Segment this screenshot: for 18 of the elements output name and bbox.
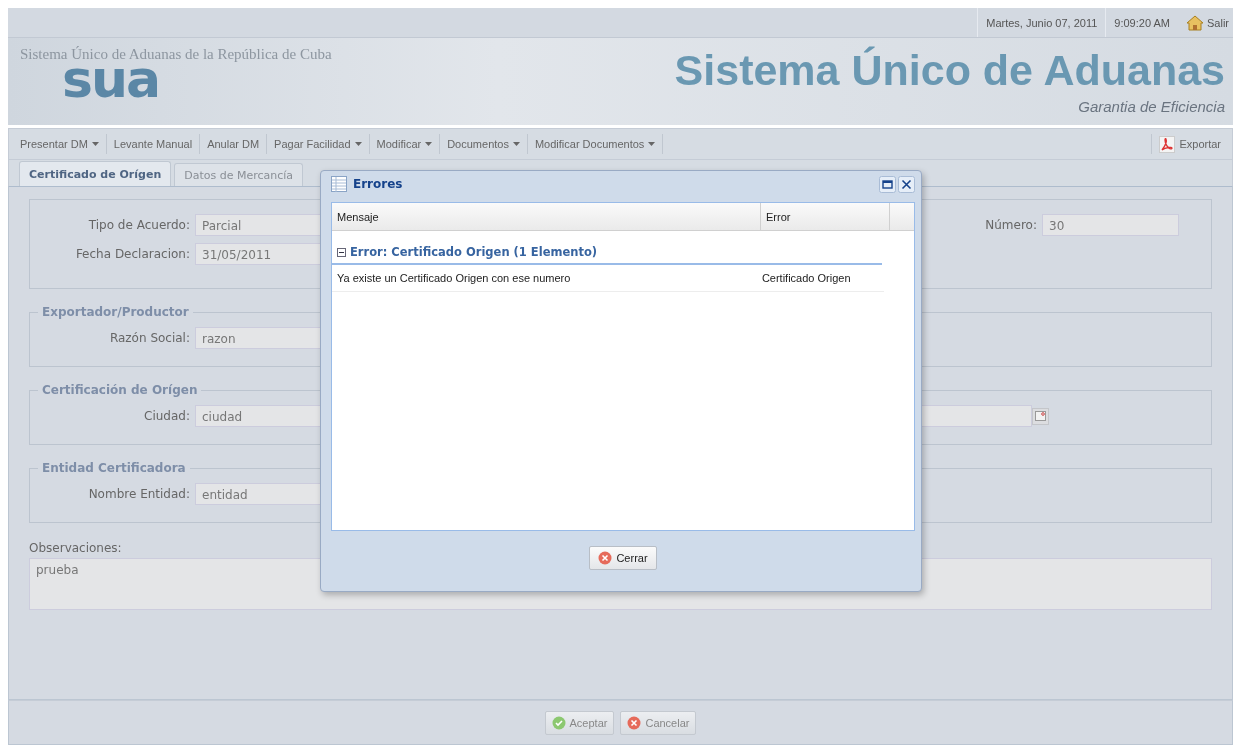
caption-text: Sistema Único de Aduanas de la República de Cuba: [20, 46, 332, 63]
slogan-text: Garantia de Eficiencia: [1078, 98, 1225, 115]
section-title: Entidad Certificadora: [41, 461, 187, 475]
field-label: Tipo de Acuerdo:: [87, 218, 190, 232]
table-cell-text: Certificado Origen: [760, 272, 852, 284]
field-label: Nombre Entidad:: [87, 487, 190, 501]
table-cell-text: Ya existe un Certificado Origen con ese numero: [336, 272, 572, 284]
field-label: Ciudad:: [143, 409, 190, 423]
section-title: Certificación de Orígen: [41, 383, 199, 397]
field-label: Razón Social:: [108, 331, 190, 345]
dialog-title: Errores: [353, 177, 404, 191]
date-text: Martes, Junio 07, 2011: [977, 8, 1106, 37]
field-label: Número:: [985, 218, 1037, 232]
section-title: Exportador/Productor: [41, 305, 190, 319]
app-title: Sistema Único de Aduanas: [674, 46, 1225, 94]
time-text: 9:09:20 AM: [1105, 8, 1178, 37]
field-label: Observaciones:: [29, 541, 123, 555]
field-label: Fecha Declaracion:: [74, 247, 190, 261]
